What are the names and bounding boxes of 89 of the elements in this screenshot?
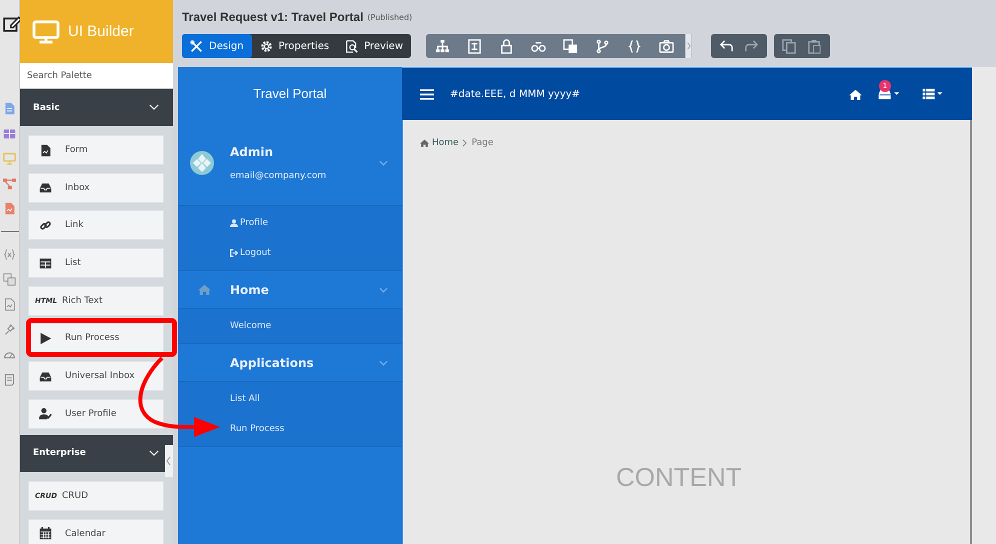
sign-out-icon xyxy=(230,249,238,257)
palette-item-label: Form xyxy=(65,145,88,155)
flow-icon[interactable] xyxy=(3,177,16,190)
sitemap-icon[interactable] xyxy=(435,38,450,54)
translate-icon[interactable] xyxy=(3,273,16,286)
table-icon xyxy=(39,256,52,270)
palette-item-label: User Profile xyxy=(65,408,116,419)
submenu-item[interactable]: Logout xyxy=(178,238,402,268)
monitor-icon xyxy=(32,20,60,44)
document-icon xyxy=(39,144,52,156)
palette-item-label: Universal Inbox xyxy=(65,371,135,382)
chevron-down-icon xyxy=(379,360,388,366)
palette-item-label: Run Process xyxy=(65,333,120,344)
app-title: UI Builder xyxy=(68,23,134,40)
palette-item-label: Calendar xyxy=(65,528,106,538)
align-icon[interactable] xyxy=(467,38,482,54)
camera-icon[interactable] xyxy=(659,38,674,54)
gear-icon xyxy=(260,40,273,52)
link-icon xyxy=(39,218,52,232)
home-icon xyxy=(420,139,429,147)
section-header[interactable]: Enterprise xyxy=(20,434,173,472)
palette-item-label: Inbox xyxy=(65,182,90,193)
palette-item-label: Link xyxy=(65,220,84,230)
user-name: Admin xyxy=(230,144,274,158)
date-label: #date.EEE, d MMM yyyy# xyxy=(450,88,582,100)
submenu-item[interactable]: Profile xyxy=(178,208,402,238)
collapse-handle-icon[interactable] xyxy=(165,444,173,477)
submenu-item[interactable]: Run Process xyxy=(178,414,402,444)
submenu-item[interactable]: List All xyxy=(178,384,402,414)
chevron-down-icon xyxy=(379,286,388,292)
palette-item-label: Rich Text xyxy=(62,296,102,306)
translate-icon[interactable] xyxy=(563,38,578,54)
palette-item-label: List xyxy=(65,258,81,268)
status-label: (Published) xyxy=(367,12,412,22)
chevron-down-icon xyxy=(379,160,388,166)
edit-icon[interactable] xyxy=(2,14,20,32)
calendar-icon xyxy=(39,527,52,540)
palette-item-label: CRUD xyxy=(62,490,88,501)
palette-item[interactable]: Link xyxy=(28,210,164,240)
page-icon[interactable] xyxy=(3,373,16,386)
breadcrumb-current: Page xyxy=(472,138,494,148)
page-title: Travel Request v1: Travel Portal xyxy=(182,10,364,24)
paste-icon[interactable] xyxy=(807,38,822,54)
mode-tab[interactable]: Design xyxy=(182,34,252,58)
home-icon[interactable] xyxy=(849,88,862,100)
braces-icon[interactable] xyxy=(627,38,642,54)
tray-icon xyxy=(39,370,52,383)
palette-item[interactable]: List xyxy=(28,248,164,278)
search-field[interactable]: Search Palette xyxy=(20,63,173,89)
chevron-right-icon xyxy=(462,139,467,147)
palette-item[interactable]: User Profile xyxy=(28,398,164,429)
section-title: Basic xyxy=(33,102,61,112)
pencil-ruler-icon xyxy=(190,40,203,52)
tray-icon xyxy=(39,181,52,194)
mode-tab[interactable]: Preview xyxy=(337,34,412,58)
play-icon xyxy=(39,332,52,345)
user-email: email@company.com xyxy=(230,170,328,180)
report-icon[interactable] xyxy=(3,202,16,215)
user-icon xyxy=(230,219,238,227)
lock-icon[interactable] xyxy=(499,38,514,54)
mode-tab[interactable]: Properties xyxy=(252,34,338,58)
section-title: Enterprise xyxy=(33,448,87,458)
content-label: CONTENT xyxy=(616,462,742,493)
document-icon[interactable] xyxy=(3,102,16,115)
user-icon xyxy=(39,407,52,420)
chevron-right-icon[interactable] xyxy=(685,34,692,58)
palette-item[interactable]: Inbox xyxy=(28,172,164,203)
redo-icon[interactable] xyxy=(744,38,760,54)
copy-icon[interactable] xyxy=(782,38,798,54)
home-icon xyxy=(198,284,210,295)
document-search-icon xyxy=(345,40,358,52)
plug-icon[interactable] xyxy=(3,323,16,336)
document-icon[interactable] xyxy=(3,298,16,311)
branch-icon[interactable] xyxy=(595,38,610,54)
submenu-item[interactable]: Welcome xyxy=(178,311,402,341)
menu-label: Home xyxy=(230,282,270,296)
menu-label: Applications xyxy=(230,356,315,370)
palette-item[interactable]: Run Process xyxy=(28,323,164,354)
palette-item[interactable]: Universal Inbox xyxy=(28,361,164,392)
portal-title: Travel Portal xyxy=(252,85,328,103)
avatar-icon xyxy=(190,150,214,174)
table-icon[interactable] xyxy=(3,127,16,140)
palette-item[interactable]: Form xyxy=(28,135,164,165)
section-header[interactable]: Basic xyxy=(20,89,173,126)
undo-icon[interactable] xyxy=(719,38,734,54)
palette-item[interactable]: Calendar xyxy=(28,518,164,544)
breadcrumb-link[interactable]: Home xyxy=(432,138,459,148)
variable-icon[interactable] xyxy=(3,248,16,261)
menu-icon[interactable] xyxy=(420,88,434,100)
